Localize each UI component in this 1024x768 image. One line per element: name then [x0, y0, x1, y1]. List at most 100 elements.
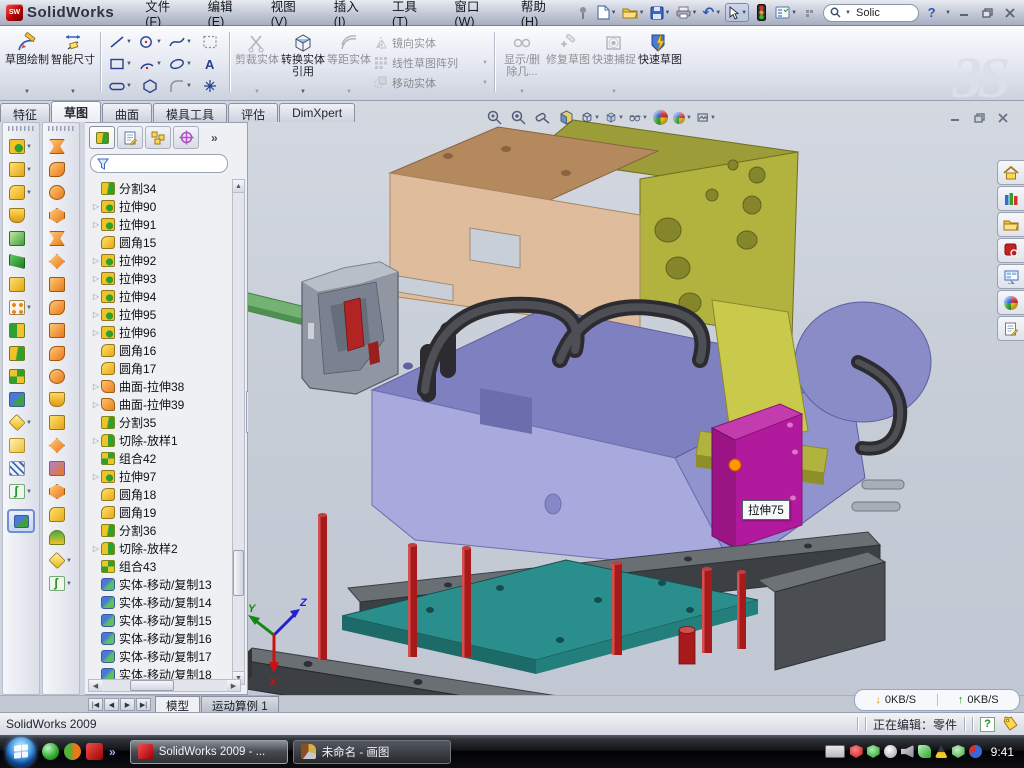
- point-icon[interactable]: [195, 75, 225, 97]
- pin-toolbar-icon[interactable]: [574, 3, 593, 22]
- search-input[interactable]: [854, 6, 910, 20]
- tree-filter-box[interactable]: [90, 154, 228, 173]
- tree-item[interactable]: 拉伸90: [88, 197, 228, 215]
- search-box[interactable]: ▼: [823, 4, 919, 22]
- network-speed-overlay[interactable]: ↓0KB/S ↑0KB/S: [854, 689, 1020, 711]
- taskbar-clock[interactable]: 9:41: [991, 745, 1014, 759]
- circle-icon[interactable]: ▼: [135, 31, 165, 53]
- tree-expander-icon[interactable]: [91, 220, 101, 229]
- scroll-right-icon[interactable]: ▶: [227, 680, 240, 691]
- tab-nav-button[interactable]: ◀: [104, 698, 119, 711]
- tree-filter-input[interactable]: [113, 157, 213, 171]
- options-button[interactable]: ▼: [774, 3, 798, 22]
- rebuild-traffic-light-icon[interactable]: [752, 3, 771, 22]
- tab-feature-manager[interactable]: [89, 126, 115, 149]
- messenger-tray-icon[interactable]: [918, 745, 931, 758]
- slot-icon[interactable]: ▼: [105, 75, 135, 97]
- solidworks-resources-tab[interactable]: [997, 160, 1024, 185]
- graphics-viewport[interactable]: Y Z X ▼ ▼ ▼ ▼ ▼: [248, 101, 1024, 695]
- tree-item[interactable]: 实体-移动/复制14: [88, 593, 228, 611]
- tree-item[interactable]: 实体-移动/复制15: [88, 611, 228, 629]
- window-restore-button[interactable]: [977, 4, 997, 21]
- tree-expander-icon[interactable]: [91, 256, 101, 265]
- tags-icon[interactable]: [1002, 716, 1018, 732]
- tree-item[interactable]: 拉伸97: [88, 467, 228, 485]
- tree-item[interactable]: 分割36: [88, 521, 228, 539]
- tree-horizontal-scrollbar[interactable]: ◀ ▶: [88, 679, 241, 692]
- command-tab[interactable]: 模具工具: [153, 103, 227, 122]
- section-view-icon[interactable]: [557, 108, 576, 127]
- display-style-icon[interactable]: ▼: [605, 108, 624, 127]
- sketch-button[interactable]: 草图绘制 ▼: [4, 28, 50, 96]
- open-document-button[interactable]: ▼: [621, 3, 646, 22]
- command-tab[interactable]: DimXpert: [279, 103, 355, 122]
- tree-item[interactable]: 拉伸95: [88, 305, 228, 323]
- tab-configuration-manager[interactable]: [145, 126, 171, 149]
- zoom-area-icon[interactable]: [509, 108, 528, 127]
- offset-entities-button[interactable]: 等距实体 ▼: [326, 28, 372, 96]
- search-results-tab[interactable]: [997, 238, 1024, 263]
- tab-dimxpert-manager[interactable]: [173, 126, 199, 149]
- view-palette-tab[interactable]: [997, 264, 1024, 289]
- sync-tray-icon[interactable]: [969, 745, 982, 758]
- security-tray-icon[interactable]: [867, 745, 880, 758]
- quick-launch-app-icon[interactable]: [64, 743, 81, 760]
- tree-item[interactable]: 圆角19: [88, 503, 228, 521]
- line-icon[interactable]: ▼: [105, 31, 135, 53]
- tree-item[interactable]: 实体-移动/复制17: [88, 647, 228, 665]
- model-3d-view[interactable]: Y Z X: [248, 101, 1024, 695]
- zoom-fit-icon[interactable]: [485, 108, 504, 127]
- tree-item[interactable]: 切除-放样2: [88, 539, 228, 557]
- convert-entities-button[interactable]: 转换实体引用 ▼: [280, 28, 326, 96]
- tree-item[interactable]: 拉伸96: [88, 323, 228, 341]
- tree-item[interactable]: 组合43: [88, 557, 228, 575]
- appearances-tab[interactable]: [997, 290, 1024, 315]
- edit-appearance-icon[interactable]: [653, 110, 668, 125]
- taskbar-solidworks-button[interactable]: SolidWorks 2009 - ...: [130, 740, 288, 764]
- quick-launch-overflow-icon[interactable]: »: [109, 745, 116, 759]
- tree-expander-icon[interactable]: [91, 472, 101, 481]
- view-settings-icon[interactable]: ▼: [697, 108, 716, 127]
- part-core-gray[interactable]: [248, 262, 398, 394]
- toolbar-drag-handle[interactable]: [8, 126, 34, 131]
- scroll-up-icon[interactable]: ▲: [233, 180, 244, 193]
- quick-tips-help-icon[interactable]: ?: [980, 717, 995, 732]
- vertical-scroll-thumb[interactable]: [233, 550, 244, 596]
- tree-item[interactable]: 圆角15: [88, 233, 228, 251]
- keyboard-language-icon[interactable]: [825, 745, 845, 758]
- repair-sketch-button[interactable]: 修复草图: [545, 28, 591, 96]
- tree-item[interactable]: 分割34: [88, 179, 228, 197]
- antivirus-tray-icon[interactable]: [850, 745, 863, 758]
- move-entities-button[interactable]: 移动实体 ▼: [372, 73, 490, 93]
- undo-button[interactable]: ↶▼: [701, 3, 722, 22]
- mirror-entities-button[interactable]: 镜向实体: [372, 33, 490, 53]
- select-tool-button[interactable]: ▼: [725, 3, 749, 22]
- tree-expander-icon[interactable]: [91, 544, 101, 553]
- command-tab[interactable]: 曲面: [102, 103, 152, 122]
- tree-expander-icon[interactable]: [91, 310, 101, 319]
- tree-expander-icon[interactable]: [91, 400, 101, 409]
- file-explorer-tab[interactable]: [997, 212, 1024, 237]
- tree-item[interactable]: 切除-放样1: [88, 431, 228, 449]
- tree-item[interactable]: 圆角16: [88, 341, 228, 359]
- tab-nav-button[interactable]: |◀: [88, 698, 103, 711]
- text-icon[interactable]: A: [195, 53, 225, 75]
- tree-item[interactable]: 拉伸92: [88, 251, 228, 269]
- tree-expander-icon[interactable]: [91, 202, 101, 211]
- scroll-left-icon[interactable]: ◀: [89, 680, 102, 691]
- volume-tray-icon[interactable]: [901, 745, 914, 758]
- quick-launch-messenger-icon[interactable]: [42, 743, 59, 760]
- view-orientation-icon[interactable]: ▼: [581, 108, 600, 127]
- document-restore-button[interactable]: [970, 110, 988, 125]
- command-tab[interactable]: 草图: [51, 101, 101, 122]
- select-region-icon[interactable]: [195, 31, 225, 53]
- tree-expander-icon[interactable]: [91, 292, 101, 301]
- instant3d-button[interactable]: [7, 509, 35, 533]
- trim-entities-button[interactable]: 剪裁实体 ▼: [234, 28, 280, 96]
- taskbar-paint-button[interactable]: 未命名 - 画图: [293, 740, 451, 764]
- tree-item[interactable]: 拉伸94: [88, 287, 228, 305]
- overflow-tools-icon[interactable]: [801, 3, 820, 22]
- smart-dimension-button[interactable]: 智能尺寸 ▼: [50, 28, 96, 96]
- help-dropdown-icon[interactable]: ▼: [945, 10, 951, 16]
- tree-item[interactable]: 圆角18: [88, 485, 228, 503]
